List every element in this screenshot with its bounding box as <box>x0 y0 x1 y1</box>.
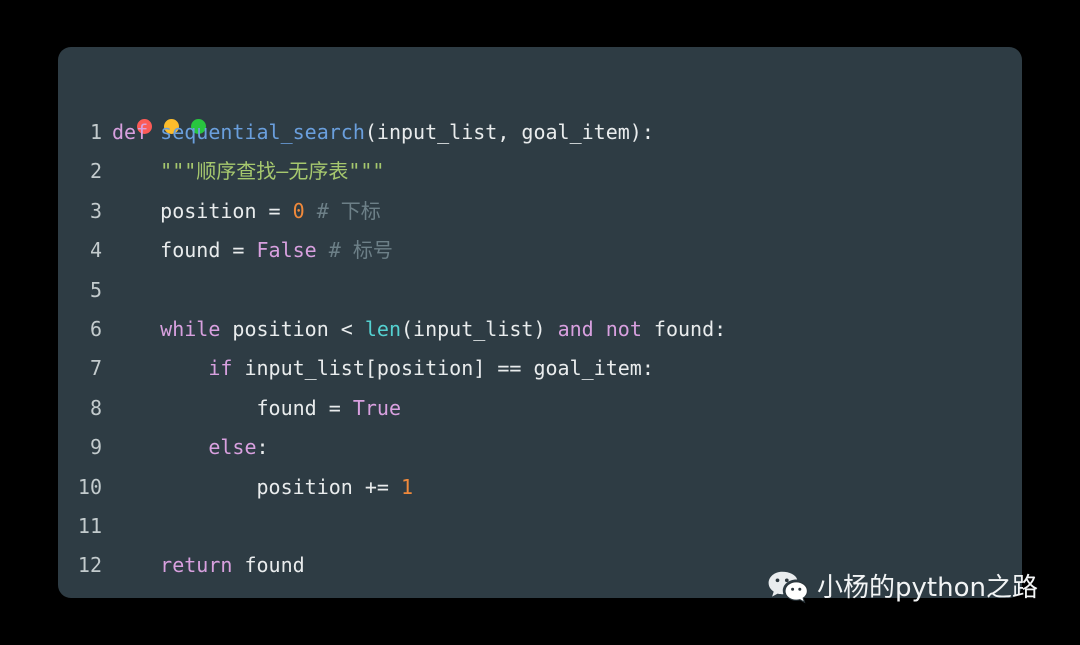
line-number: 9 <box>89 435 102 460</box>
line-number: 8 <box>89 395 102 420</box>
code-token-plain: found = <box>112 238 257 263</box>
code-token-plain: (input_list) <box>401 316 558 341</box>
code-line[interactable]: 7 if input_list[position] == goal_item: <box>58 349 1022 388</box>
line-number: 5 <box>89 277 102 302</box>
line-number: 4 <box>89 238 102 263</box>
line-number: 7 <box>89 356 102 381</box>
code-token-kw: if <box>208 356 233 381</box>
line-number: 3 <box>89 198 102 223</box>
wechat-icon <box>768 571 808 604</box>
code-token-kw: False <box>256 238 317 263</box>
watermark-label: 小杨的python之路 <box>817 573 1038 603</box>
line-number: 11 <box>77 513 102 538</box>
code-token-kw: return <box>160 553 233 578</box>
code-token-str: """顺序查找—无序表""" <box>160 159 385 184</box>
code-line-text: def sequential_search(input_list, goal_i… <box>112 120 654 144</box>
code-token-kw: while <box>160 316 221 341</box>
line-number: 12 <box>77 553 102 578</box>
code-token-com: # 下标 <box>316 198 381 223</box>
code-token-plain: input_list[position] == goal_item: <box>232 356 654 381</box>
code-line[interactable]: 5 <box>58 271 1022 310</box>
line-number: 2 <box>89 159 102 184</box>
code-token-plain: position = <box>112 198 293 223</box>
code-line-text: position += 1 <box>112 475 413 499</box>
code-line-text: else: <box>112 435 269 460</box>
code-line-text: found = False # 标号 <box>112 238 393 262</box>
code-line[interactable]: 10 position += 1 <box>58 468 1022 507</box>
code-token-kw: and <box>557 316 594 341</box>
code-line-text: if input_list[position] == goal_item: <box>112 356 654 380</box>
code-token-fn: sequential_search <box>160 120 365 144</box>
code-line[interactable]: 4 found = False # 标号 <box>58 231 1022 270</box>
code-token-plain: position += <box>112 474 401 499</box>
code-line[interactable]: 3 position = 0 # 下标 <box>58 192 1022 231</box>
code-line-text: """顺序查找—无序表""" <box>112 159 384 183</box>
code-token-plain: found = <box>112 395 353 420</box>
code-token-kw: not <box>605 316 642 341</box>
code-editor-content[interactable]: 1 def sequential_search(input_list, goal_… <box>58 113 1022 586</box>
code-line[interactable]: 6 while position < len(input_list) and n… <box>58 310 1022 349</box>
code-line-text: return found <box>112 553 305 577</box>
watermark: 小杨的python之路 <box>768 567 1038 609</box>
code-token-com: # 标号 <box>328 238 393 263</box>
code-line[interactable]: 11 <box>58 507 1022 546</box>
code-token-plain: found: <box>641 316 727 341</box>
code-token-builtin: len <box>364 316 402 341</box>
code-token-kw: else <box>208 435 257 460</box>
code-token-kw: True <box>352 395 401 420</box>
code-line[interactable]: 9 else: <box>58 428 1022 467</box>
code-token-plain: position < <box>220 316 365 341</box>
code-token-num: 1 <box>400 474 414 499</box>
code-line[interactable]: 1 def sequential_search(input_list, goal_… <box>58 113 1022 152</box>
screenshot-root: 1 def sequential_search(input_list, goal_… <box>0 0 1080 645</box>
code-token-num: 0 <box>292 198 305 223</box>
line-number: 6 <box>89 316 102 341</box>
code-line[interactable]: 2 """顺序查找—无序表""" <box>58 152 1022 191</box>
code-line-text: while position < len(input_list) and not… <box>112 317 726 341</box>
line-number: 10 <box>77 474 102 499</box>
code-token-kw: def <box>112 120 149 144</box>
code-token-plain: (input_list, goal_item): <box>364 120 654 144</box>
code-line-text: position = 0 # 下标 <box>112 199 381 223</box>
code-token-plain: found <box>232 553 305 578</box>
code-token-plain: : <box>256 435 269 460</box>
code-line-text: found = True <box>112 396 401 420</box>
line-number: 1 <box>89 120 102 144</box>
code-line[interactable]: 8 found = True <box>58 389 1022 428</box>
window-titlebar <box>58 47 1022 134</box>
